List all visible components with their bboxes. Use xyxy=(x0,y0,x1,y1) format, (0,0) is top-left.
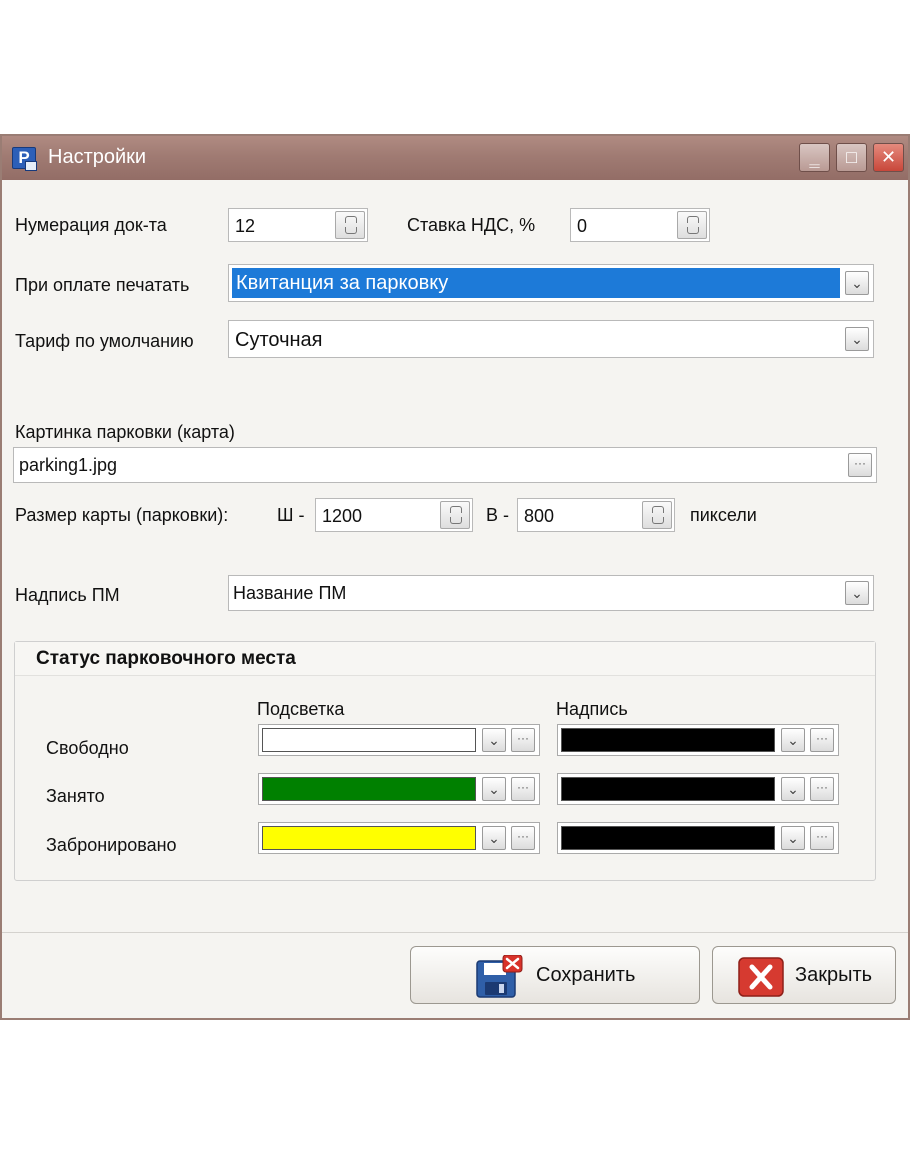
doc-numbering-input[interactable]: 12 xyxy=(228,208,368,242)
free-highlight-color-picker[interactable]: ⌄ ··· xyxy=(258,724,540,756)
reserved-highlight-swatch xyxy=(262,826,476,850)
minimize-button[interactable]: ‗ xyxy=(799,143,830,172)
free-caption-swatch xyxy=(561,728,775,752)
vat-label: Ставка НДС, % xyxy=(407,215,536,235)
default-tariff-label: Тариф по умолчанию xyxy=(15,331,194,351)
occupied-highlight-swatch xyxy=(262,777,476,801)
reserved-highlight-color-picker[interactable]: ⌄ ··· xyxy=(258,822,540,854)
print-on-payment-select[interactable]: Квитанция за парковку ⌄ xyxy=(228,264,874,302)
title-bar[interactable]: P Настройки ‗ □ ✕ xyxy=(2,136,908,180)
map-height-spin-icon[interactable] xyxy=(642,501,672,529)
status-group: Статус парковочного места Подсветка Надп… xyxy=(14,641,876,881)
settings-window: P Настройки ‗ □ ✕ Нумерация док-та 12 Ст… xyxy=(0,134,910,1020)
map-width-spin-icon[interactable] xyxy=(440,501,470,529)
vat-input[interactable]: 0 xyxy=(570,208,710,242)
occupied-highlight-more-button[interactable]: ··· xyxy=(511,777,535,801)
minimize-icon: ‗ xyxy=(809,147,820,167)
map-height-input[interactable]: 800 xyxy=(517,498,675,532)
pm-caption-value: Название ПМ xyxy=(233,583,347,603)
default-tariff-value: Суточная xyxy=(235,329,323,351)
pm-caption-label: Надпись ПМ xyxy=(15,585,120,605)
status-occupied-label: Занято xyxy=(46,786,105,806)
chevron-down-icon[interactable]: ⌄ xyxy=(482,728,506,752)
chevron-down-icon[interactable]: ⌄ xyxy=(845,581,869,605)
width-prefix: Ш - xyxy=(277,505,305,525)
pixels-unit: пиксели xyxy=(690,505,757,525)
chevron-down-icon[interactable]: ⌄ xyxy=(482,777,506,801)
chevron-down-icon[interactable]: ⌄ xyxy=(482,826,506,850)
browse-button[interactable]: ··· xyxy=(848,453,872,477)
occupied-caption-color-picker[interactable]: ⌄ ··· xyxy=(557,773,839,805)
window-title: Настройки xyxy=(48,146,147,168)
red-x-icon xyxy=(738,957,784,997)
parking-image-label: Картинка парковки (карта) xyxy=(15,422,235,442)
doc-numbering-label: Нумерация док-та xyxy=(15,215,167,235)
map-height-value: 800 xyxy=(524,506,555,526)
reserved-caption-color-picker[interactable]: ⌄ ··· xyxy=(557,822,839,854)
caption-column-header: Надпись xyxy=(556,699,628,719)
default-tariff-select[interactable]: Суточная ⌄ xyxy=(228,320,874,358)
pm-caption-select[interactable]: Название ПМ ⌄ xyxy=(228,575,874,611)
print-on-payment-value: Квитанция за парковку xyxy=(236,272,449,294)
vat-spin-icon[interactable] xyxy=(677,211,707,239)
free-highlight-swatch xyxy=(262,728,476,752)
free-highlight-more-button[interactable]: ··· xyxy=(511,728,535,752)
status-reserved-label: Забронировано xyxy=(46,835,177,855)
save-button[interactable]: Сохранить xyxy=(410,946,700,1004)
maximize-icon: □ xyxy=(846,147,857,167)
close-button[interactable]: Закрыть xyxy=(712,946,896,1004)
status-free-label: Свободно xyxy=(46,738,129,758)
occupied-caption-swatch xyxy=(561,777,775,801)
floppy-disk-icon xyxy=(476,955,523,998)
print-on-payment-label: При оплате печатать xyxy=(15,275,190,295)
chevron-down-icon[interactable]: ⌄ xyxy=(845,271,869,295)
doc-numbering-spin-icon[interactable] xyxy=(335,211,365,239)
occupied-caption-more-button[interactable]: ··· xyxy=(810,777,834,801)
map-size-label: Размер карты (парковки): xyxy=(15,505,229,525)
parking-image-value: parking1.jpg xyxy=(19,455,118,475)
occupied-highlight-color-picker[interactable]: ⌄ ··· xyxy=(258,773,540,805)
footer-divider xyxy=(2,932,908,933)
app-icon: P xyxy=(12,147,37,171)
selected-highlight: Квитанция за парковку xyxy=(232,268,840,298)
chevron-down-icon[interactable]: ⌄ xyxy=(781,728,805,752)
reserved-caption-more-button[interactable]: ··· xyxy=(810,826,834,850)
map-width-value: 1200 xyxy=(322,506,363,526)
chevron-down-icon[interactable]: ⌄ xyxy=(845,327,869,351)
parking-image-input[interactable]: parking1.jpg ··· xyxy=(13,447,877,483)
vat-value: 0 xyxy=(577,216,588,236)
status-group-header: Статус парковочного места xyxy=(15,642,875,676)
reserved-highlight-more-button[interactable]: ··· xyxy=(511,826,535,850)
map-width-input[interactable]: 1200 xyxy=(315,498,473,532)
close-icon: ✕ xyxy=(880,147,897,167)
doc-numbering-value: 12 xyxy=(235,216,256,236)
height-prefix: В - xyxy=(486,505,510,525)
reserved-caption-swatch xyxy=(561,826,775,850)
free-caption-color-picker[interactable]: ⌄ ··· xyxy=(557,724,839,756)
maximize-button[interactable]: □ xyxy=(836,143,867,172)
free-caption-more-button[interactable]: ··· xyxy=(810,728,834,752)
close-button-label: Закрыть xyxy=(795,964,873,986)
chevron-down-icon[interactable]: ⌄ xyxy=(781,777,805,801)
highlight-column-header: Подсветка xyxy=(257,699,345,719)
save-button-label: Сохранить xyxy=(536,964,636,986)
chevron-down-icon[interactable]: ⌄ xyxy=(781,826,805,850)
status-group-title: Статус парковочного места xyxy=(36,648,296,669)
close-window-button[interactable]: ✕ xyxy=(873,143,904,172)
